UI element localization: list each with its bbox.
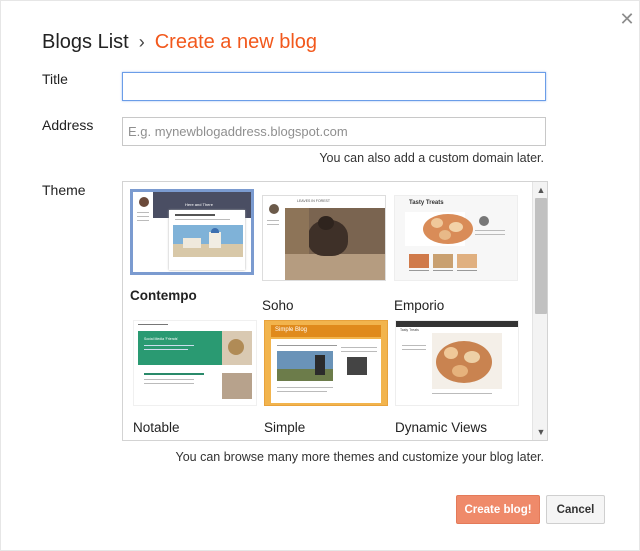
theme-name-soho: Soho [262, 298, 294, 313]
theme-option-contempo[interactable]: Here and There Contempo [130, 189, 254, 303]
theme-name-dynamic-views: Dynamic Views [395, 420, 488, 435]
thumb-title-soho: LEAVES IN FOREST [297, 199, 330, 203]
page-title: Create a new blog [154, 30, 318, 53]
theme-name-emporio: Emporio [394, 298, 445, 313]
theme-picker[interactable]: Here and There Contempo LEAVES IN FOREST… [122, 181, 548, 441]
breadcrumb-separator-icon: › [138, 31, 145, 52]
theme-thumbnail-dynamic-views: Tasty Treats [395, 320, 519, 406]
address-input[interactable] [122, 117, 546, 146]
theme-thumbnail-simple: Simple Blog [264, 320, 388, 406]
close-icon[interactable]: ✕ [617, 9, 637, 29]
theme-scrollbar[interactable]: ▲ ▼ [532, 182, 547, 440]
address-label: Address [42, 117, 94, 133]
breadcrumb: Blogs List › Create a new blog [42, 28, 317, 56]
theme-thumbnail-contempo: Here and There [130, 189, 254, 275]
scroll-up-icon[interactable]: ▲ [533, 183, 547, 197]
thumb-title-dynamic-views: Tasty Treats [400, 328, 419, 332]
thumb-title-simple: Simple Blog [275, 327, 308, 333]
create-blog-dialog: ✕ Blogs List › Create a new blog Title A… [0, 0, 640, 551]
theme-option-simple[interactable]: Simple Blog Simple [264, 320, 388, 435]
title-input[interactable] [122, 72, 546, 101]
theme-name-notable: Notable [133, 420, 180, 435]
theme-option-notable[interactable]: Social Media 'Friends' Notable [133, 320, 257, 435]
scroll-down-icon[interactable]: ▼ [533, 425, 547, 439]
browse-themes-hint: You can browse many more themes and cust… [175, 450, 544, 464]
theme-name-simple: Simple [264, 420, 306, 435]
theme-name-contempo: Contempo [130, 288, 197, 303]
theme-thumbnail-notable: Social Media 'Friends' [133, 320, 257, 406]
theme-option-soho[interactable]: LEAVES IN FOREST Soho [262, 195, 386, 313]
custom-domain-hint: You can also add a custom domain later. [319, 151, 544, 165]
theme-option-emporio[interactable]: Tasty Treats Emporio [394, 195, 518, 313]
theme-thumbnail-emporio: Tasty Treats [394, 195, 518, 281]
thumb-title-contempo: Here and There [185, 202, 213, 207]
theme-option-dynamic-views[interactable]: Tasty Treats Dynamic Views [395, 320, 519, 435]
theme-thumbnail-soho: LEAVES IN FOREST [262, 195, 386, 281]
scrollbar-thumb[interactable] [535, 198, 547, 314]
create-blog-button[interactable]: Create blog! [456, 495, 540, 524]
cancel-button[interactable]: Cancel [546, 495, 605, 524]
breadcrumb-blogs-list[interactable]: Blogs List [42, 31, 129, 54]
title-label: Title [42, 71, 68, 87]
thumb-title-emporio: Tasty Treats [409, 200, 444, 206]
thumb-title-notable: Social Media 'Friends' [144, 337, 179, 341]
